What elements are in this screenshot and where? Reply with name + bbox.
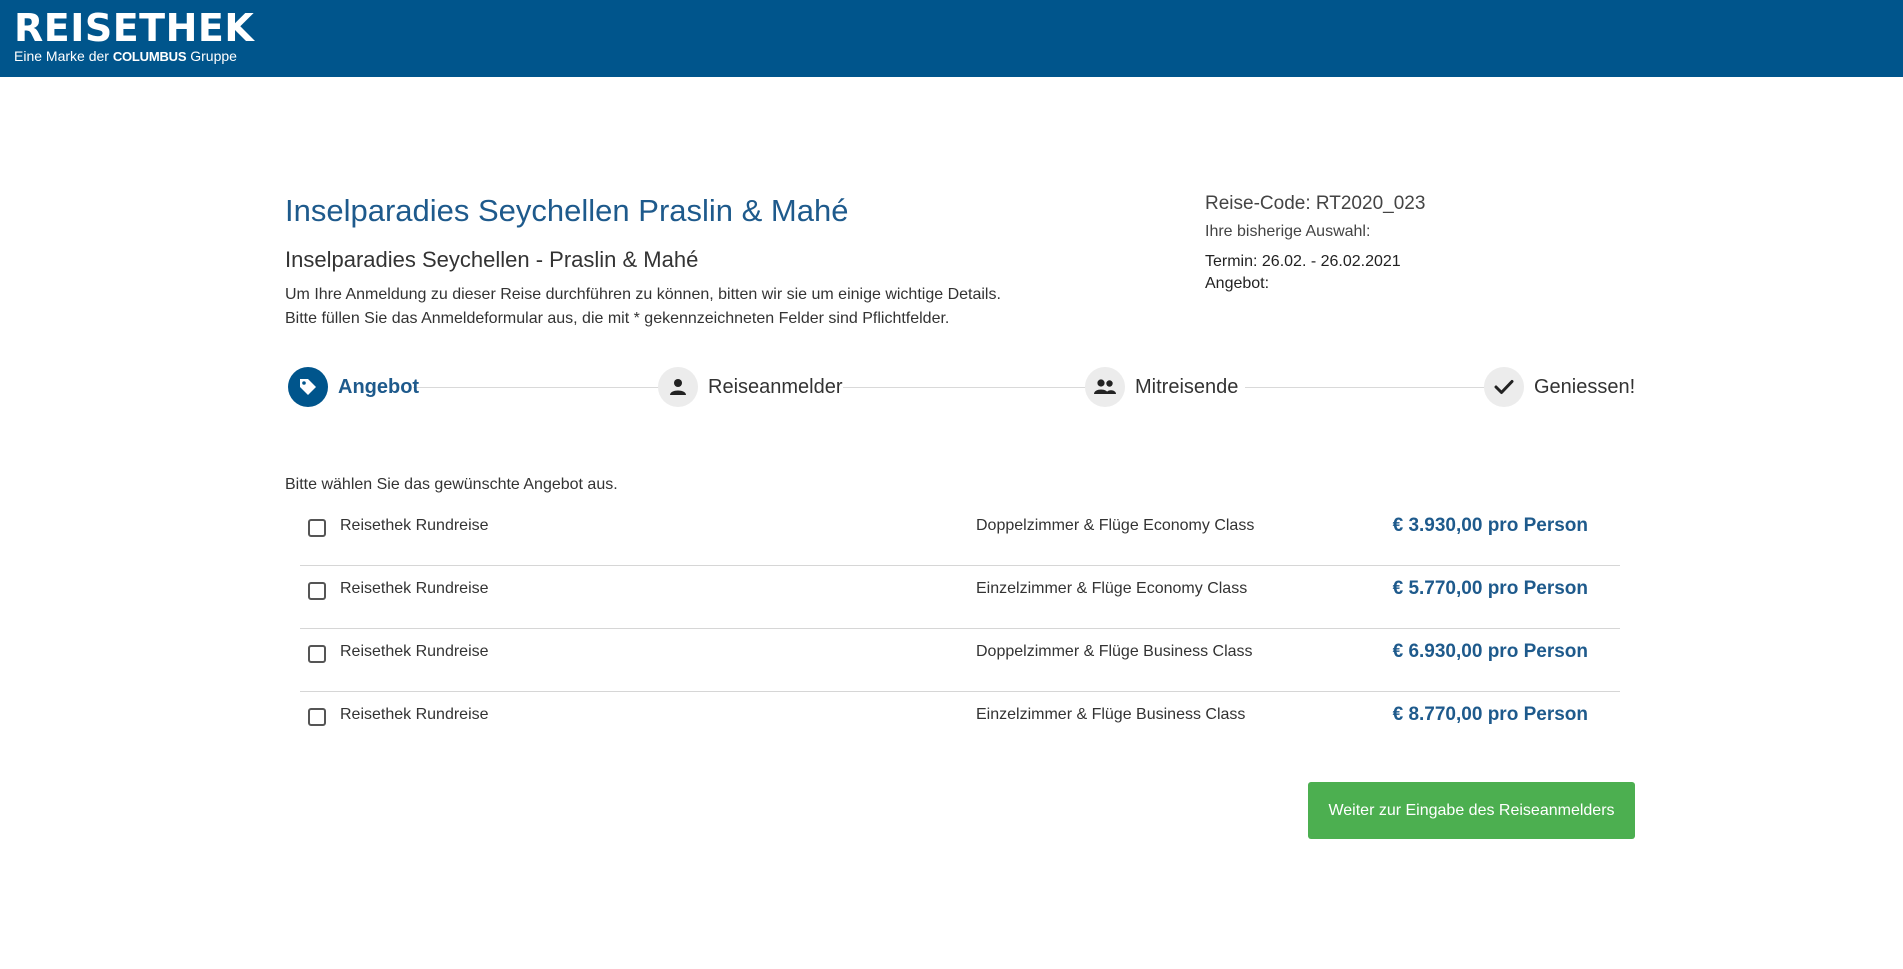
step-reiseanmelder[interactable]: Reiseanmelder [658, 365, 843, 409]
step-connector [843, 387, 1088, 388]
logo-wordmark: REISETHEK [14, 6, 255, 50]
page-title: Inselparadies Seychellen Praslin & Mahé [285, 193, 849, 228]
logo-tag-suffix: Gruppe [190, 48, 237, 64]
trip-info-panel: Reise-Code: RT2020_023 Ihre bisherige Au… [1205, 191, 1425, 295]
offer-checkbox[interactable] [308, 645, 326, 663]
step-geniessen[interactable]: Geniessen! [1484, 365, 1635, 409]
offer-prompt: Bitte wählen Sie das gewünschte Angebot … [285, 476, 618, 493]
step-connector [1245, 387, 1485, 388]
selection-label: Ihre bisherige Auswahl: [1205, 223, 1371, 240]
offer-checkbox[interactable] [308, 582, 326, 600]
step-connector [413, 387, 661, 388]
reisethek-logo[interactable]: REISETHEK Eine Marke der COLUMBUS Gruppe [14, 8, 254, 65]
next-to-registrant-button[interactable]: Weiter zur Eingabe des Reiseanmelders [1308, 782, 1635, 839]
offer-name: Reisethek Rundreise [340, 580, 489, 597]
offer-row[interactable]: Reisethek Rundreise Einzelzimmer & Flüge… [300, 692, 1620, 755]
step-label: Mitreisende [1135, 375, 1239, 398]
progress-stepper: Angebot Reiseanmelder Mitreisende Genies… [285, 365, 1635, 409]
offer-row[interactable]: Reisethek Rundreise Doppelzimmer & Flüge… [300, 503, 1620, 566]
page-subtitle: Inselparadies Seychellen - Praslin & Mah… [285, 247, 699, 272]
offer-room-type: Doppelzimmer & Flüge Business Class [976, 643, 1253, 660]
offer-room-type: Doppelzimmer & Flüge Economy Class [976, 517, 1255, 534]
columbus-brand: COLUMBUS [112, 49, 187, 64]
angebot-value: Angebot: [1205, 275, 1270, 292]
step-label: Reiseanmelder [708, 375, 843, 398]
offer-row[interactable]: Reisethek Rundreise Doppelzimmer & Flüge… [300, 629, 1620, 692]
step-label: Geniessen! [1534, 375, 1636, 398]
offer-checkbox[interactable] [308, 519, 326, 537]
user-icon [658, 367, 698, 407]
logo-tagline: Eine Marke der COLUMBUS Gruppe [14, 48, 254, 65]
offer-price: € 6.930,00 pro Person [1392, 641, 1588, 662]
offer-name: Reisethek Rundreise [340, 643, 489, 660]
step-label: Angebot [338, 375, 420, 398]
offer-room-type: Einzelzimmer & Flüge Economy Class [976, 580, 1248, 597]
trip-code: Reise-Code: RT2020_023 [1205, 193, 1426, 214]
offer-row[interactable]: Reisethek Rundreise Einzelzimmer & Flüge… [300, 566, 1620, 629]
step-angebot[interactable]: Angebot [288, 365, 419, 409]
intro-line-2: Bitte füllen Sie das Anmeldeformular aus… [285, 310, 950, 327]
step-mitreisende[interactable]: Mitreisende [1085, 365, 1238, 409]
offer-room-type: Einzelzimmer & Flüge Business Class [976, 706, 1246, 723]
check-icon [1484, 367, 1524, 407]
termin-value: Termin: 26.02. - 26.02.2021 [1205, 253, 1401, 270]
offer-name: Reisethek Rundreise [340, 706, 489, 723]
offer-price: € 3.930,00 pro Person [1392, 515, 1588, 536]
offer-checkbox[interactable] [308, 708, 326, 726]
top-header-bar: REISETHEK Eine Marke der COLUMBUS Gruppe [0, 0, 1903, 77]
intro-text: Um Ihre Anmeldung zu dieser Reise durchf… [285, 283, 1001, 331]
intro-line-1: Um Ihre Anmeldung zu dieser Reise durchf… [285, 286, 1001, 303]
logo-tag-prefix: Eine Marke der [14, 48, 109, 64]
offer-list: Reisethek Rundreise Doppelzimmer & Flüge… [300, 503, 1620, 755]
offer-price: € 5.770,00 pro Person [1392, 578, 1588, 599]
offer-price: € 8.770,00 pro Person [1392, 704, 1588, 725]
offer-name: Reisethek Rundreise [340, 517, 489, 534]
tag-icon [288, 367, 328, 407]
users-icon [1085, 367, 1125, 407]
